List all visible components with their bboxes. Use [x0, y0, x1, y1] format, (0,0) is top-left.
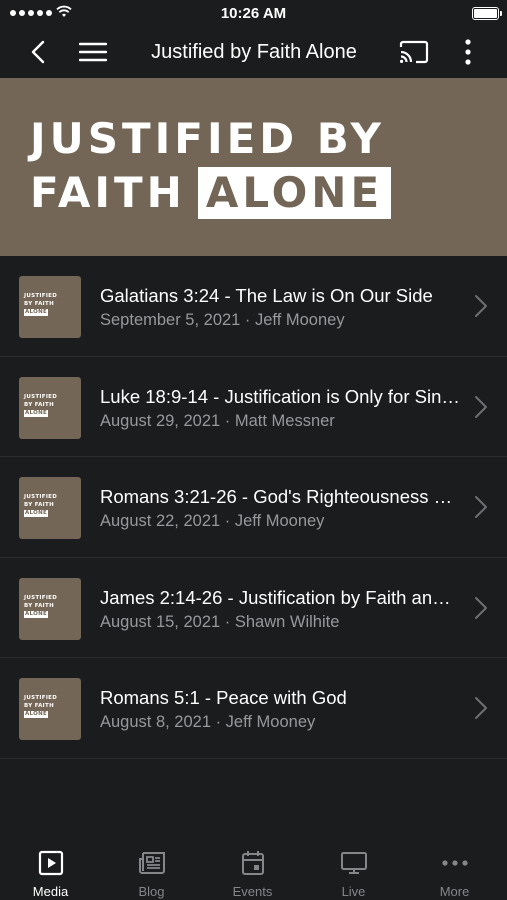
- tab-label: Live: [341, 884, 366, 899]
- clock: 10:26 AM: [220, 5, 287, 22]
- page-title: Justified by Faith Alone: [151, 41, 357, 63]
- sermon-meta: September 5, 2021 · Jeff Mooney: [100, 311, 345, 329]
- tab-label: Events: [232, 884, 273, 899]
- tab-live[interactable]: Live: [303, 838, 404, 900]
- tab-label: Blog: [138, 884, 165, 899]
- sermon-meta: August 8, 2021 · Jeff Mooney: [100, 713, 316, 731]
- more-vertical-icon: [465, 39, 471, 65]
- overflow-menu-button[interactable]: [452, 26, 484, 78]
- tab-blog[interactable]: Blog: [101, 838, 202, 900]
- tab-media[interactable]: Media: [0, 838, 101, 900]
- nav-bar: Justified by Faith Alone: [0, 26, 507, 78]
- tab-bar: Media Blog Events Live More: [0, 838, 507, 900]
- list-item[interactable]: JUSTIFIED BY FAITH ALONE Luke 18:9-14 - …: [0, 357, 507, 457]
- cast-icon: [399, 40, 429, 64]
- sermon-list: JUSTIFIED BY FAITH ALONE Galatians 3:24 …: [0, 256, 507, 759]
- menu-button[interactable]: [74, 26, 112, 78]
- status-bar: 10:26 AM: [0, 0, 507, 26]
- tab-events[interactable]: Events: [202, 838, 303, 900]
- chevron-right-icon: [475, 395, 487, 418]
- battery-icon: [472, 7, 502, 20]
- chevron-right-icon: [475, 496, 487, 518]
- sermon-title: Romans 5:1 - Peace with God: [100, 687, 347, 708]
- sermon-thumbnail: JUSTIFIED BY FAITH ALONE: [19, 376, 81, 439]
- banner-line-2: FAITH ALONE: [30, 167, 392, 219]
- hamburger-menu-icon: [79, 42, 107, 62]
- calendar-icon: [202, 849, 303, 877]
- sermon-meta: August 15, 2021 · Shawn Wilhite: [100, 612, 340, 631]
- cast-button[interactable]: [394, 26, 434, 78]
- chevron-right-icon: [475, 697, 487, 719]
- sermon-thumbnail: JUSTIFIED BY FAITH ALONE: [19, 477, 81, 539]
- list-item[interactable]: JUSTIFIED BY FAITH ALONE James 2:14-26 -…: [0, 558, 507, 658]
- tv-icon: [303, 849, 404, 877]
- sermon-thumbnail: JUSTIFIED BY FAITH ALONE: [19, 678, 81, 740]
- sermon-meta: August 22, 2021 · Jeff Mooney: [100, 512, 325, 530]
- banner-line-1: JUSTIFIED BY: [30, 114, 385, 163]
- tab-label: More: [439, 884, 470, 899]
- list-item[interactable]: JUSTIFIED BY FAITH ALONE Galatians 3:24 …: [0, 256, 507, 357]
- more-dots-icon: [404, 849, 505, 877]
- blog-icon: [101, 849, 202, 877]
- list-item[interactable]: JUSTIFIED BY FAITH ALONE Romans 5:1 - Pe…: [0, 658, 507, 759]
- sermon-title: James 2:14-26 - Justification by Faith a…: [100, 586, 460, 608]
- chevron-right-icon: [475, 596, 487, 619]
- sermon-title: Luke 18:9-14 - Justification is Only for…: [100, 385, 460, 407]
- chevron-left-icon: [31, 40, 45, 64]
- tab-label: Media: [32, 884, 69, 899]
- chevron-right-icon: [475, 295, 487, 317]
- sermon-title: Romans 3:21-26 - God's Righteousness Rev…: [100, 486, 460, 507]
- media-icon: [0, 849, 101, 877]
- sermon-title: Galatians 3:24 - The Law is On Our Side: [100, 285, 433, 306]
- sermon-meta: August 29, 2021 · Matt Messner: [100, 411, 335, 430]
- list-item[interactable]: JUSTIFIED BY FAITH ALONE Romans 3:21-26 …: [0, 457, 507, 558]
- sermon-thumbnail: JUSTIFIED BY FAITH ALONE: [19, 577, 81, 640]
- banner-highlight: ALONE: [197, 167, 392, 219]
- series-banner: JUSTIFIED BY FAITH ALONE: [0, 78, 507, 256]
- tab-more[interactable]: More: [404, 838, 505, 900]
- back-button[interactable]: [20, 26, 56, 78]
- sermon-thumbnail: JUSTIFIED BY FAITH ALONE: [19, 276, 81, 338]
- banner-word-faith: FAITH: [30, 168, 186, 217]
